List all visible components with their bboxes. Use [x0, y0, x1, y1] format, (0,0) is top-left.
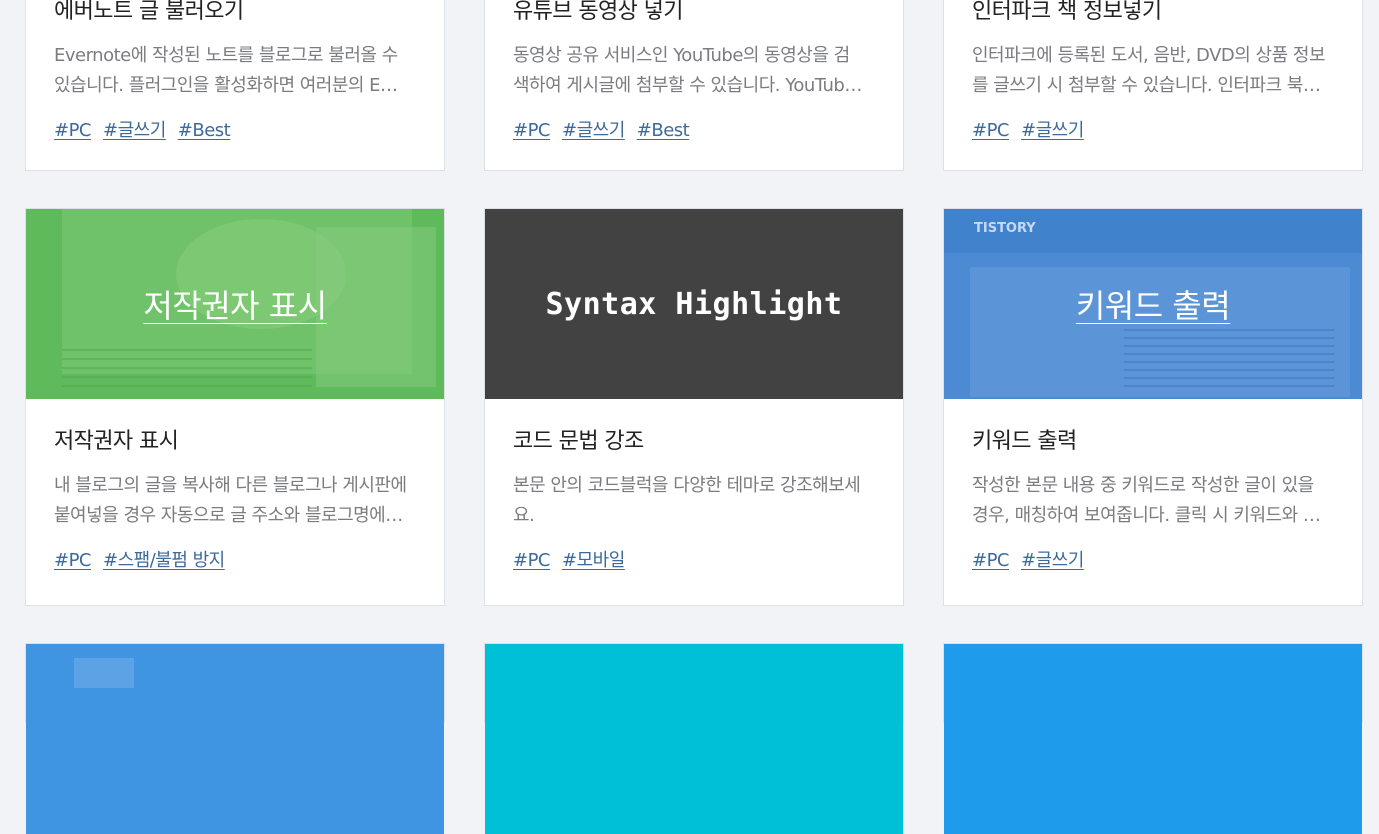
card-tags: #PC #글쓰기 — [972, 549, 1334, 573]
tag-link[interactable]: #스팸/불펌 방지 — [103, 550, 225, 571]
thumbnail-lines — [62, 349, 312, 389]
plugin-card-interpark[interactable]: 인터파크 책 정보넣기 인터파크에 등록된 도서, 음반, DVD의 상품 정보… — [943, 0, 1363, 171]
card-title: 저작권자 표시 — [54, 429, 179, 454]
plugin-card-copyright[interactable]: 저작권자 표시 저작권자 표시 내 블로그의 글을 복사해 다른 블로그나 게시… — [25, 208, 445, 606]
plugin-card-evernote[interactable]: 에버노트 글 불러오기 Evernote에 작성된 노트를 블로그로 불러올 수… — [25, 0, 445, 171]
card-tags: #PC #글쓰기 #Best — [513, 119, 875, 143]
card-thumbnail[interactable] — [26, 644, 444, 834]
tag-link[interactable]: #Best — [178, 120, 231, 141]
card-title: 인터파크 책 정보넣기 — [972, 0, 1162, 24]
card-title: 코드 문법 강조 — [513, 429, 644, 454]
plugin-card-youtube[interactable]: 유튜브 동영상 넣기 동영상 공유 서비스인 YouTube의 동영상을 검 색… — [484, 0, 904, 171]
card-tags: #PC #글쓰기 — [972, 119, 1334, 143]
card-title: 키워드 출력 — [972, 429, 1077, 454]
tag-link[interactable]: #모바일 — [562, 550, 625, 571]
plugin-card-partial-3[interactable] — [943, 643, 1363, 834]
tistory-logo: TISTORY — [974, 221, 1036, 236]
card-description: 내 블로그의 글을 복사해 다른 블로그나 게시판에 붙여넣을 경우 자동으로 … — [54, 475, 407, 526]
thumbnail-art — [74, 658, 134, 688]
tag-link[interactable]: #Best — [637, 120, 690, 141]
card-thumbnail[interactable]: Syntax Highlight — [485, 209, 903, 399]
card-tags: #PC #스팸/불펌 방지 — [54, 549, 416, 573]
card-thumbnail[interactable] — [944, 644, 1362, 834]
tag-link[interactable]: #글쓰기 — [103, 120, 166, 141]
card-description: 작성한 본문 내용 중 키워드로 작성한 글이 있을 경우, 매칭하여 보여줍니… — [972, 475, 1321, 526]
card-tags: #PC #글쓰기 #Best — [54, 119, 416, 143]
plugin-card-partial-1[interactable] — [25, 643, 445, 834]
card-description: 본문 안의 코드블럭을 다양한 테마로 강조해보세 요. — [513, 475, 861, 526]
card-description: 동영상 공유 서비스인 YouTube의 동영상을 검 색하여 게시글에 첨부할… — [513, 45, 862, 96]
tag-link[interactable]: #PC — [972, 120, 1010, 141]
card-thumbnail[interactable]: TISTORY 키워드 출력 — [944, 209, 1362, 399]
tag-link[interactable]: #글쓰기 — [1021, 120, 1084, 141]
plugin-card-syntax-highlight[interactable]: Syntax Highlight 코드 문법 강조 본문 안의 코드블럭을 다양… — [484, 208, 904, 606]
card-title: 유튜브 동영상 넣기 — [513, 0, 684, 24]
card-thumbnail[interactable]: 저작권자 표시 — [26, 209, 444, 399]
card-description: 인터파크에 등록된 도서, 음반, DVD의 상품 정보 를 글쓰기 시 첨부할… — [972, 45, 1326, 96]
tag-link[interactable]: #PC — [54, 120, 92, 141]
thumbnail-title: Syntax Highlight — [545, 286, 843, 322]
plugin-card-partial-2[interactable] — [484, 643, 904, 834]
card-title: 에버노트 글 불러오기 — [54, 0, 244, 24]
tag-link[interactable]: #PC — [513, 120, 551, 141]
tag-link[interactable]: #PC — [513, 550, 551, 571]
thumbnail-title: 저작권자 표시 — [143, 287, 327, 325]
tag-link[interactable]: #글쓰기 — [1021, 550, 1084, 571]
tag-link[interactable]: #글쓰기 — [562, 120, 625, 141]
card-description: Evernote에 작성된 노트를 블로그로 불러올 수 있습니다. 플러그인을… — [54, 45, 398, 96]
card-tags: #PC #모바일 — [513, 549, 875, 573]
thumbnail-lines — [1124, 329, 1334, 389]
tag-link[interactable]: #PC — [972, 550, 1010, 571]
tag-link[interactable]: #PC — [54, 550, 92, 571]
thumbnail-panel — [316, 227, 436, 387]
card-thumbnail[interactable] — [485, 644, 903, 834]
plugin-card-keyword[interactable]: TISTORY 키워드 출력 키워드 출력 작성한 본문 내용 중 키워드로 작… — [943, 208, 1363, 606]
thumbnail-title: 키워드 출력 — [1075, 287, 1231, 325]
